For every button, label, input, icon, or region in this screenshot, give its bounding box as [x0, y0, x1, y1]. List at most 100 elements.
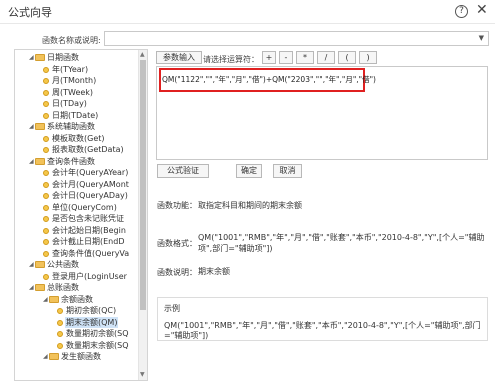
function-bulb-icon [43, 170, 49, 176]
tree-node-label: 会计月(QueryAMont [52, 179, 129, 189]
formula-editor[interactable]: QM("1122","","年","月","借")+QM("2203","","… [156, 66, 488, 160]
tree-item[interactable]: 日期(TDate) [43, 110, 99, 121]
function-bulb-icon [43, 227, 49, 234]
tree-node-label: 期初余额(QC) [66, 306, 117, 315]
cancel-button[interactable]: 取消 [273, 164, 302, 178]
tree-node-label: 期末余额(QM) [65, 316, 119, 328]
tree-folder[interactable]: ◢ 发生额函数 [43, 351, 102, 362]
help-icon[interactable]: ? [455, 5, 468, 18]
function-bulb-icon [43, 216, 49, 222]
folder-icon [49, 295, 59, 303]
example-line2: ="辅助项"]) [164, 331, 209, 340]
scroll-down-icon[interactable]: ▼ [140, 371, 145, 378]
formula-text[interactable]: QM("1122","","年","月","借")+QM("2203","","… [162, 74, 376, 85]
function-bulb-icon [57, 308, 63, 314]
operator-label: 请选择运算符： [203, 55, 259, 64]
function-name-select[interactable]: ▼ [104, 31, 489, 46]
tree-item[interactable]: 查询条件值(QueryVa [43, 248, 130, 259]
tree-item[interactable]: 会计起始日期(Begin [43, 225, 127, 236]
tree-item[interactable]: 单位(QueryCom) [43, 202, 118, 213]
operator-rparen-button[interactable]: ) [359, 51, 377, 64]
tree-item[interactable]: 登录用户(LoginUser [43, 271, 128, 282]
tree-item[interactable]: 数量期末余额(SQ [57, 340, 130, 351]
tree-folder[interactable]: ◢ 总账函数 [29, 282, 80, 293]
operator-lparen-button[interactable]: ( [338, 51, 356, 64]
function-bulb-icon [43, 204, 49, 211]
tree-item[interactable]: 会计截止日期(EndD [43, 236, 125, 247]
operator-plus-button[interactable]: + [262, 51, 276, 64]
function-bulb-icon [43, 78, 49, 84]
scroll-thumb[interactable] [140, 60, 146, 310]
tree-item[interactable]: 日(TDay) [43, 98, 88, 109]
tree-node-label: 查询条件函数 [47, 156, 95, 166]
function-bulb-icon [43, 147, 49, 153]
param-input-button[interactable]: 参数输入 [156, 51, 202, 64]
tree-folder[interactable]: ◢ 查询条件函数 [29, 156, 96, 167]
tree-item[interactable]: 年(TYear) [43, 64, 89, 75]
tree-item[interactable]: 数量期初余额(SQ [57, 328, 130, 339]
tree-item[interactable]: 期末余额(QM) [57, 316, 119, 328]
function-bulb-icon [57, 342, 63, 349]
close-icon[interactable]: ✕ [476, 2, 488, 18]
folder-icon [35, 123, 45, 130]
scroll-up-icon[interactable]: ▲ [140, 51, 145, 58]
folder-icon [35, 157, 45, 165]
function-format-label: 函数格式： [157, 239, 197, 248]
tree-folder[interactable]: ◢ 系统辅助函数 [29, 121, 96, 132]
tree-item[interactable]: 周(TWeek) [43, 87, 94, 98]
example-panel: 示例 QM("1001","RMB","年","月","借","账套","本币"… [157, 297, 488, 341]
function-tree[interactable]: ◢ 日期函数 年(TYear) 月(TMonth) 周(TWeek) 日(TDay) 日期(… [14, 49, 148, 381]
tree-scrollbar[interactable]: ▲ ▼ [138, 50, 147, 380]
tree-item[interactable]: 报表取数(GetData) [43, 144, 125, 155]
tree-item[interactable]: 会计月(QueryAMont [43, 179, 130, 190]
function-format-line1: QM("1001","RMB","年","月","借","账套","本币","2… [198, 233, 485, 242]
tree-node-label: 余额函数 [61, 294, 93, 304]
tree-folder[interactable]: ◢ 日期函数 [29, 52, 80, 63]
tree-item[interactable]: 期初余额(QC) [57, 305, 117, 316]
function-bulb-icon [43, 181, 49, 188]
tree-folder[interactable]: ◢ 公共函数 [29, 259, 80, 270]
tree-node-label: 发生额函数 [61, 352, 101, 361]
tree-node-label: 查询条件值(QueryVa [52, 248, 130, 258]
tree-item[interactable]: 月(TMonth) [43, 75, 97, 86]
tree-node-label: 会计截止日期(EndD [52, 237, 125, 246]
tree-item[interactable]: 模板取数(Get) [43, 133, 106, 144]
function-bulb-icon [43, 273, 49, 280]
tree-node-label: 登录用户(LoginUser [52, 271, 127, 281]
title-bar: 公式向导 ? ✕ [0, 0, 495, 24]
validate-button[interactable]: 公式验证 [157, 164, 209, 178]
tree-node-label: 总账函数 [47, 283, 79, 292]
tree-node-label: 单位(QueryCom) [52, 202, 117, 212]
tree-node-label: 会计年(QueryAYear) [52, 168, 129, 177]
function-bulb-icon [43, 89, 49, 96]
tree-node-label: 公共函数 [47, 260, 79, 269]
tree-item[interactable]: 会计日(QueryADay) [43, 190, 129, 201]
tree-node-label: 系统辅助函数 [47, 122, 95, 131]
function-purpose-label: 函数功能： [157, 201, 197, 210]
operator-multiply-button[interactable]: * [296, 51, 314, 64]
tree-folder[interactable]: ◢ 余额函数 [43, 294, 94, 305]
function-desc-value: 期末余额 [198, 267, 230, 276]
operator-minus-button[interactable]: - [279, 51, 293, 64]
function-bulb-icon [43, 239, 49, 245]
function-bulb-icon [57, 331, 63, 337]
tree-node-label: 周(TWeek) [52, 87, 94, 97]
tree-node-label: 日期(TDate) [52, 110, 99, 120]
function-format-line2: 项",部门="辅助项"]) [198, 244, 273, 253]
example-label: 示例 [164, 304, 180, 313]
dialog-title: 公式向导 [8, 6, 52, 19]
tree-node-label: 会计起始日期(Begin [52, 225, 126, 235]
tree-node-label: 模板取数(Get) [52, 133, 105, 143]
tree-node-label: 月(TMonth) [52, 76, 97, 85]
folder-icon [35, 54, 45, 61]
operator-divide-button[interactable]: / [317, 51, 335, 64]
function-bulb-icon [43, 112, 49, 119]
ok-button[interactable]: 确定 [236, 164, 262, 178]
tree-item[interactable]: 会计年(QueryAYear) [43, 167, 129, 178]
tree-item[interactable]: 是否包含未记账凭证 [43, 213, 125, 224]
tree-node-label: 会计日(QueryADay) [52, 191, 128, 200]
tree-node-label: 数量期末余额(SQ [66, 340, 129, 350]
chevron-down-icon: ▼ [478, 34, 484, 42]
folder-icon [49, 353, 59, 360]
function-bulb-icon [43, 250, 49, 257]
